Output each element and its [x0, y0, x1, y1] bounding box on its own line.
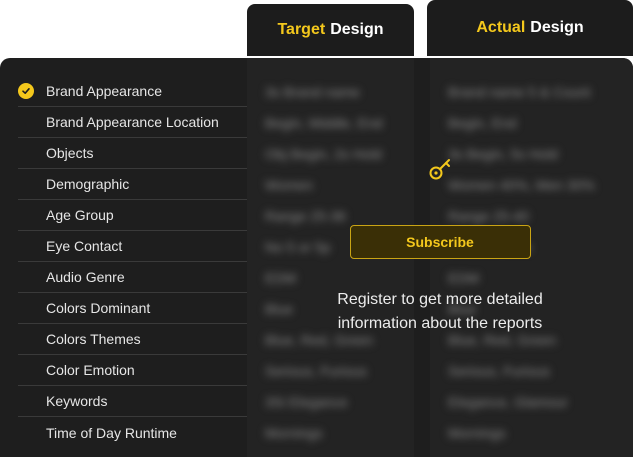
attribute-label: Age Group — [46, 207, 114, 223]
attribute-label: Keywords — [46, 393, 108, 409]
target-header-accent: Target — [277, 21, 326, 38]
target-design-header: Target Design — [247, 4, 414, 56]
actual-header-text: Design — [530, 19, 584, 36]
attribute-row: Keywords — [18, 386, 247, 417]
attribute-row: Brand Appearance Location — [18, 107, 247, 138]
attribute-row: Demographic — [18, 169, 247, 200]
attribute-label: Color Emotion — [46, 362, 135, 378]
attribute-label: Brand Appearance Location — [46, 114, 219, 130]
attribute-label: Brand Appearance — [46, 83, 162, 99]
subscribe-button[interactable]: Subscribe — [349, 225, 531, 259]
attribute-row: Time of Day Runtime — [18, 417, 247, 448]
target-header-text: Design — [330, 21, 384, 38]
attribute-label: Eye Contact — [46, 238, 123, 254]
actual-header-accent: Actual — [476, 19, 526, 36]
attribute-label: Objects — [46, 145, 94, 161]
attribute-row: Eye Contact — [18, 231, 247, 262]
attribute-label: Time of Day Runtime — [46, 424, 177, 441]
comparison-panel: 3s Brand name Begin, Middle, End Obj Begin… — [0, 58, 633, 457]
subscribe-overlay: Subscribe Register to get more detailed … — [247, 58, 633, 457]
attribute-row: Brand Appearance — [18, 76, 247, 107]
attribute-row: Age Group — [18, 200, 247, 231]
actual-design-header: Actual Design — [427, 0, 633, 56]
attribute-label: Colors Themes — [46, 331, 141, 347]
attribute-row: Audio Genre — [18, 262, 247, 293]
attribute-list: Brand Appearance Brand Appearance Locatio… — [18, 76, 247, 448]
attribute-row: Objects — [18, 138, 247, 169]
attribute-row: Colors Dominant — [18, 293, 247, 324]
attribute-row: Colors Themes — [18, 324, 247, 355]
attribute-row: Color Emotion — [18, 355, 247, 386]
attribute-label: Colors Dominant — [46, 300, 151, 316]
report-comparison-card: Target Design Actual Design 3s Brand nam… — [0, 0, 633, 457]
register-message: Register to get more detailed informatio… — [337, 291, 543, 332]
key-icon — [413, 142, 467, 196]
attribute-label: Audio Genre — [46, 269, 125, 285]
check-icon — [18, 83, 34, 99]
attribute-label: Demographic — [46, 176, 130, 192]
